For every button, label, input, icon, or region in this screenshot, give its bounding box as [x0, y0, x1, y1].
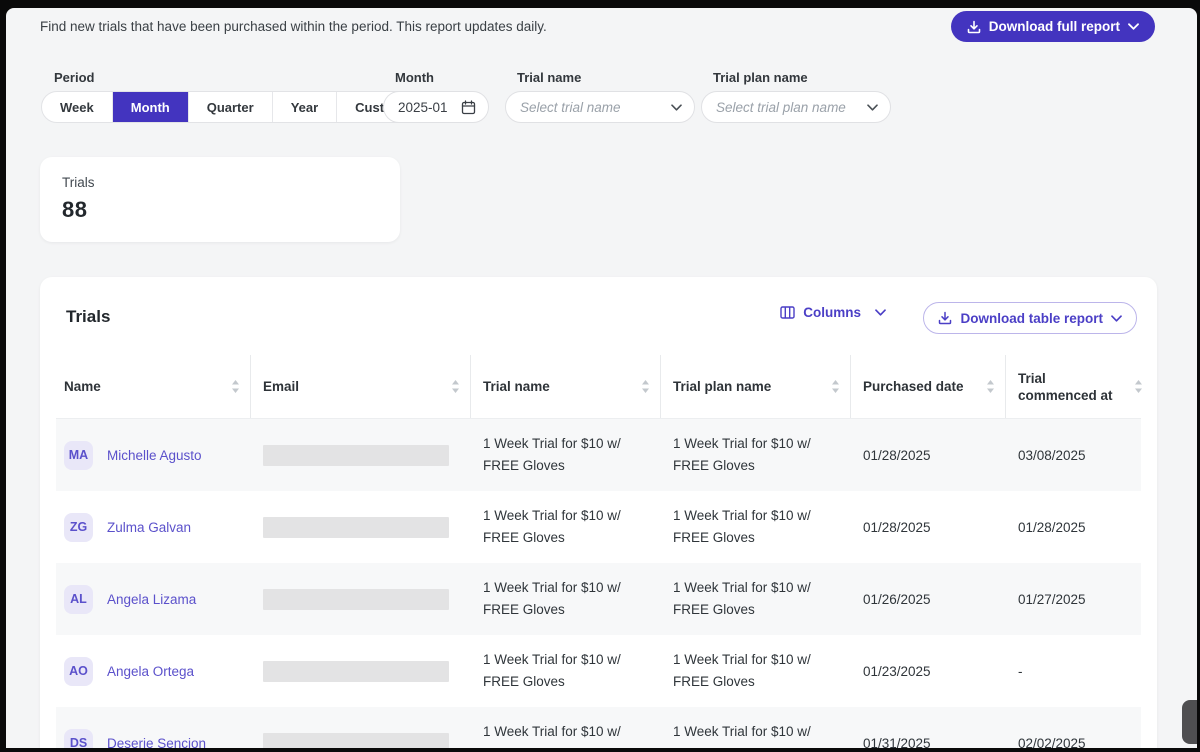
trial-name-text: 1 Week Trial for $10 w/ FREE Gloves [483, 580, 621, 617]
trial-name-placeholder: Select trial name [520, 99, 621, 115]
app-screen: Find new trials that have been purchased… [6, 8, 1197, 748]
trial-name-text: 1 Week Trial for $10 w/ FREE Gloves [483, 508, 621, 545]
month-value: 2025-01 [398, 99, 448, 115]
period-segmented-control: Week Month Quarter Year Custom [41, 91, 423, 123]
trial-commenced-text: - [1018, 663, 1023, 679]
trial-plan-name-text: 1 Week Trial for $10 w/ FREE Gloves [673, 580, 811, 617]
avatar: AL [64, 584, 93, 614]
download-full-report-button[interactable]: Download full report [950, 11, 1155, 42]
column-header-label: Name [64, 379, 101, 394]
sort-icon[interactable] [831, 380, 840, 393]
customer-name-link[interactable]: Angela Ortega [107, 664, 194, 679]
period-option-year[interactable]: Year [273, 92, 338, 122]
trial-name-text: 1 Week Trial for $10 w/ FREE Gloves [483, 436, 621, 473]
table-row: ZG Zulma Galvan 1 Week Trial for $10 w/ … [56, 491, 1141, 563]
sort-icon[interactable] [641, 380, 650, 393]
trial-plan-name-text: 1 Week Trial for $10 w/ FREE Gloves [673, 508, 811, 545]
month-picker[interactable]: 2025-01 [383, 91, 489, 123]
trial-name-select[interactable]: Select trial name [505, 91, 695, 123]
table-row: MA Michelle Agusto 1 Week Trial for $10 … [56, 419, 1141, 491]
email-redacted-block [263, 516, 449, 538]
download-table-report-label: Download table report [960, 310, 1103, 326]
email-redacted-block [263, 444, 449, 466]
avatar: AO [64, 656, 93, 686]
sort-icon[interactable] [451, 380, 460, 393]
chevron-down-icon [867, 103, 878, 111]
report-description: Find new trials that have been purchased… [40, 19, 547, 34]
columns-icon [780, 306, 795, 319]
table-row: DS Deserie Sencion 1 Week Trial for $10 … [56, 707, 1141, 748]
customer-name-link[interactable]: Deserie Sencion [107, 736, 206, 749]
trial-commenced-text: 01/27/2025 [1018, 591, 1086, 607]
avatar: ZG [64, 512, 93, 542]
trial-plan-name-text: 1 Week Trial for $10 w/ FREE Gloves [673, 652, 811, 689]
calendar-icon [461, 99, 476, 114]
column-header-purchased-date[interactable]: Purchased date [851, 355, 1006, 418]
trials-stat-card: Trials 88 [40, 157, 400, 242]
side-panel-tab[interactable] [1182, 700, 1197, 744]
period-label: Period [54, 70, 95, 85]
column-header-trial-plan-name[interactable]: Trial plan name [661, 355, 851, 418]
column-header-label: Trial plan name [673, 379, 772, 394]
chevron-down-icon [1111, 314, 1122, 322]
trial-plan-name-placeholder: Select trial plan name [716, 99, 846, 115]
table-row: AL Angela Lizama 1 Week Trial for $10 w/… [56, 563, 1141, 635]
purchased-date-text: 01/28/2025 [863, 447, 931, 463]
trial-commenced-text: 03/08/2025 [1018, 447, 1086, 463]
email-redacted-block [263, 732, 449, 748]
column-header-label: Trial commenced at [1018, 370, 1113, 403]
chevron-down-icon [671, 103, 682, 111]
customer-name-link[interactable]: Angela Lizama [107, 592, 196, 607]
download-full-report-label: Download full report [988, 19, 1120, 34]
purchased-date-text: 01/26/2025 [863, 591, 931, 607]
column-header-label: Trial name [483, 379, 550, 394]
trial-plan-name-select[interactable]: Select trial plan name [701, 91, 891, 123]
column-header-trial-commenced-at[interactable]: Trial commenced at [1006, 355, 1153, 418]
period-option-quarter[interactable]: Quarter [189, 92, 273, 122]
column-header-name[interactable]: Name [56, 355, 251, 418]
sort-icon[interactable] [1134, 380, 1143, 393]
customer-name-link[interactable]: Zulma Galvan [107, 520, 191, 535]
table-header-row: Name Email Trial name Trial plan name Pu… [56, 355, 1142, 419]
period-option-week[interactable]: Week [42, 92, 113, 122]
purchased-date-text: 01/23/2025 [863, 663, 931, 679]
customer-name-link[interactable]: Michelle Agusto [107, 448, 202, 463]
email-redacted-block [263, 660, 449, 682]
avatar: DS [64, 728, 93, 748]
trial-commenced-text: 02/02/2025 [1018, 735, 1086, 749]
column-header-email[interactable]: Email [251, 355, 471, 418]
month-label: Month [395, 70, 434, 85]
purchased-date-text: 01/28/2025 [863, 519, 931, 535]
trial-name-text: 1 Week Trial for $10 w/ FREE Gloves [483, 724, 621, 748]
period-option-month[interactable]: Month [112, 92, 189, 122]
trial-name-text: 1 Week Trial for $10 w/ FREE Gloves [483, 652, 621, 689]
sort-icon[interactable] [231, 380, 240, 393]
trial-plan-name-text: 1 Week Trial for $10 w/ FREE Gloves [673, 436, 811, 473]
table-row: AO Angela Ortega 1 Week Trial for $10 w/… [56, 635, 1141, 707]
trial-plan-name-text: 1 Week Trial for $10 w/ FREE Gloves [673, 724, 811, 748]
trials-stat-label: Trials [62, 175, 95, 190]
column-header-label: Email [263, 379, 300, 394]
download-table-report-button[interactable]: Download table report [923, 302, 1137, 334]
purchased-date-text: 01/31/2025 [863, 735, 931, 749]
chevron-down-icon [875, 309, 886, 316]
trial-name-label: Trial name [517, 70, 582, 85]
column-header-label: Purchased date [863, 379, 964, 394]
trials-stat-value: 88 [62, 197, 88, 222]
columns-button-label: Columns [803, 305, 861, 320]
chevron-down-icon [1128, 23, 1139, 30]
email-redacted-block [263, 588, 449, 610]
download-icon [939, 311, 952, 325]
table-title: Trials [66, 307, 111, 326]
avatar: MA [64, 440, 93, 470]
trial-plan-name-label: Trial plan name [713, 70, 808, 85]
columns-button[interactable]: Columns [780, 305, 886, 320]
download-icon [967, 20, 981, 33]
trial-commenced-text: 01/28/2025 [1018, 519, 1086, 535]
column-header-trial-name[interactable]: Trial name [471, 355, 661, 418]
sort-icon[interactable] [986, 380, 995, 393]
trials-table-card: Trials Columns Download table report Nam… [40, 277, 1157, 748]
